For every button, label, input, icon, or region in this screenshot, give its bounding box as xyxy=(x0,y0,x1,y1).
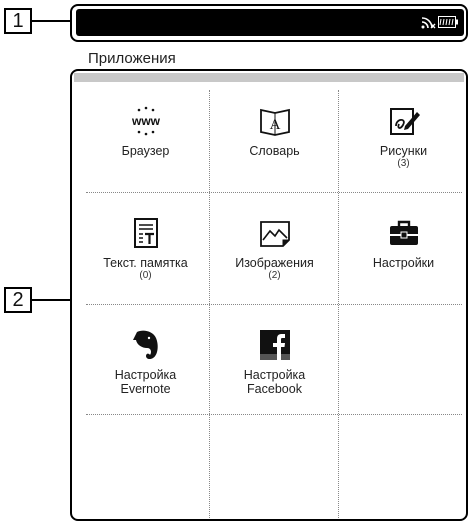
app-grid: www Браузер A Словарь Рисунки (3) Текст.… xyxy=(76,84,464,518)
app-drawings[interactable]: Рисунки (3) xyxy=(339,84,468,192)
app-label-line2: Facebook xyxy=(247,382,302,396)
item-count: (3) xyxy=(397,158,410,169)
wifi-off-icon xyxy=(421,17,436,29)
facebook-icon xyxy=(259,330,290,360)
drawing-pen-icon xyxy=(389,108,420,135)
app-text-memo[interactable]: Текст. памятка (0) xyxy=(81,196,210,304)
image-icon xyxy=(259,221,290,247)
app-browser[interactable]: www Браузер xyxy=(81,84,210,192)
svg-text:www: www xyxy=(130,114,160,128)
callout-label-2: 2 xyxy=(4,287,32,313)
item-count: (2) xyxy=(268,270,281,281)
app-label: Словарь xyxy=(249,144,300,158)
app-label: Изображения xyxy=(235,256,314,270)
app-images[interactable]: Изображения (2) xyxy=(210,196,339,304)
page-title: Приложения xyxy=(88,50,176,67)
callout-label-1: 1 xyxy=(4,8,32,34)
app-label-line1: Настройка xyxy=(243,368,306,382)
toolbox-icon xyxy=(389,220,418,245)
battery-icon xyxy=(438,16,458,28)
callout-leader-line xyxy=(32,20,70,22)
callout-leader-line xyxy=(32,299,70,301)
grid-divider xyxy=(86,304,462,305)
status-bar xyxy=(76,9,464,36)
evernote-elephant-icon xyxy=(132,330,158,360)
svg-text:A: A xyxy=(269,117,280,133)
www-icon: www xyxy=(130,106,160,136)
app-dictionary[interactable]: A Словарь xyxy=(210,84,339,192)
app-label: Браузер xyxy=(121,144,170,158)
title-divider-strip xyxy=(74,73,464,82)
app-label: Текст. памятка xyxy=(103,256,188,270)
text-note-icon xyxy=(133,218,158,248)
app-label: Настройки xyxy=(372,256,435,270)
item-count: (0) xyxy=(139,270,152,281)
dictionary-book-icon: A xyxy=(259,108,290,136)
app-label: Рисунки xyxy=(379,144,428,158)
grid-divider xyxy=(86,192,462,193)
app-label-line1: Настройка xyxy=(114,368,177,382)
app-label-line2: Evernote xyxy=(120,382,171,396)
app-settings[interactable]: Настройки xyxy=(339,196,468,304)
app-evernote-setup[interactable]: Настройка Evernote xyxy=(81,308,210,416)
app-facebook-setup[interactable]: Настройка Facebook xyxy=(210,308,339,416)
